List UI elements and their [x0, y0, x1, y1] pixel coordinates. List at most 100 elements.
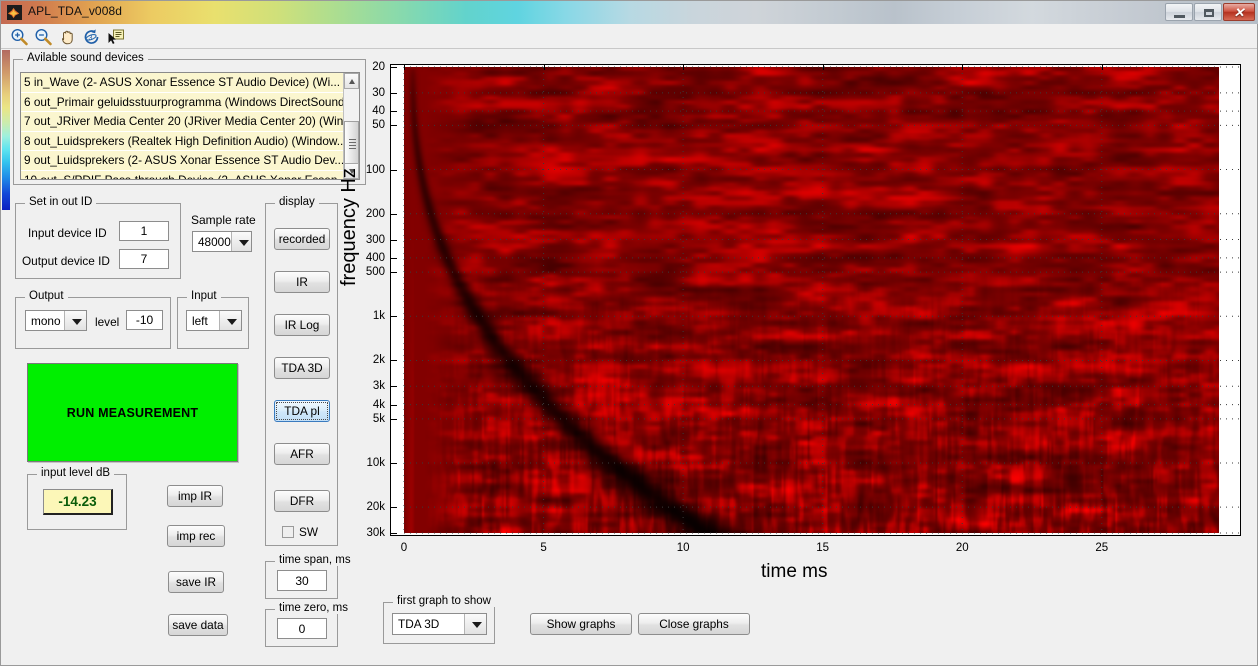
display-button-afr[interactable]: AFR	[274, 443, 330, 465]
output-panel: Output mono level -10	[15, 290, 171, 349]
y-tick-mark	[390, 272, 397, 274]
y-tick-mark	[390, 239, 397, 241]
display-panel: display recorded IR IR Log TDA 3D TDA pl…	[265, 196, 338, 546]
x-tick-mark	[683, 64, 685, 70]
display-button-tda-pl[interactable]: TDA pl	[274, 400, 330, 422]
time-span-title: time span, ms	[275, 554, 355, 566]
rotate-3d-icon[interactable]: 3	[81, 27, 102, 47]
zoom-out-icon[interactable]	[33, 27, 54, 47]
listbox-scrollbar[interactable]	[343, 73, 359, 179]
chevron-up-icon	[349, 79, 355, 84]
y-tick-mark	[390, 92, 397, 94]
pan-icon[interactable]	[57, 27, 78, 47]
imp-rec-button[interactable]: imp rec	[167, 525, 225, 547]
time-span-field[interactable]: 30	[277, 570, 327, 591]
output-mode-dropdown[interactable]: mono	[25, 310, 87, 331]
chevron-down-icon	[230, 232, 251, 251]
x-tick-label: 25	[1095, 542, 1109, 554]
x-tick-label: 15	[816, 542, 830, 554]
chevron-down-icon	[219, 311, 241, 330]
sw-checkbox[interactable]: SW	[282, 525, 318, 539]
display-panel-title: display	[275, 196, 319, 208]
input-panel: Input left	[177, 290, 249, 349]
first-graph-dropdown[interactable]: TDA 3D	[392, 613, 487, 635]
y-tick-mark	[390, 169, 397, 171]
y-tick-label: 500	[365, 266, 385, 279]
sound-devices-listbox[interactable]: 5 in_Wave (2- ASUS Xonar Essence ST Audi…	[20, 72, 360, 180]
list-item[interactable]: 7 out_JRiver Media Center 20 (JRiver Med…	[21, 112, 343, 132]
x-axis-label: time ms	[761, 561, 828, 582]
time-zero-panel: time zero, ms 0	[265, 602, 353, 647]
chevron-down-icon	[464, 614, 486, 634]
time-span-panel: time span, ms 30	[265, 554, 355, 599]
y-tick-mark	[390, 404, 397, 406]
data-cursor-icon[interactable]	[105, 27, 126, 47]
input-level-panel: input level dB -14.23	[27, 467, 127, 530]
y-tick-mark	[390, 67, 397, 68]
set-in-out-id-panel: Set in out ID Input device ID 1 Output d…	[15, 196, 181, 279]
input-level-title: input level dB	[37, 467, 115, 479]
output-panel-title: Output	[25, 290, 68, 302]
application-window: APL_TDA_v008d ✕ 3 Avilable sound devices…	[0, 0, 1258, 666]
y-tick-mark	[390, 418, 397, 420]
minimize-button[interactable]	[1165, 3, 1193, 21]
first-graph-panel: first graph to show TDA 3D	[383, 595, 495, 644]
zoom-in-icon[interactable]	[9, 27, 30, 47]
x-tick-mark	[404, 64, 405, 70]
tda-spectrogram-plot: 20 30 40 50 100 200 300 400 500 1k 2k 3k 4k 5k 10k 20k 3…	[366, 61, 1241, 554]
output-device-id-field[interactable]: 7	[119, 249, 169, 269]
display-button-ir-log[interactable]: IR Log	[274, 314, 330, 336]
chevron-down-icon	[64, 311, 86, 330]
run-measurement-button[interactable]: RUN MEASUREMENT	[27, 363, 238, 462]
first-graph-value: TDA 3D	[398, 617, 440, 631]
x-tick-label: 20	[955, 542, 969, 554]
scroll-up-button[interactable]	[344, 73, 359, 89]
list-item[interactable]: 6 out_Primair geluidsstuurprogramma (Win…	[21, 92, 343, 112]
close-graphs-button[interactable]: Close graphs	[638, 613, 750, 635]
output-level-field[interactable]: -10	[126, 310, 163, 330]
list-item[interactable]: 8 out_Luidsprekers (Realtek High Definit…	[21, 131, 343, 151]
list-item[interactable]: 10 out_S/PDIF Pass-through Device (2- AS…	[21, 170, 343, 179]
sample-rate-label: Sample rate	[191, 213, 256, 227]
time-zero-field[interactable]: 0	[277, 618, 327, 639]
input-channel-dropdown[interactable]: left	[186, 310, 242, 331]
device-list: 5 in_Wave (2- ASUS Xonar Essence ST Audi…	[21, 73, 343, 179]
input-panel-title: Input	[187, 290, 221, 302]
list-item[interactable]: 9 out_Luidsprekers (2- ASUS Xonar Essenc…	[21, 151, 343, 171]
x-tick-mark	[962, 64, 964, 70]
display-button-dfr[interactable]: DFR	[274, 490, 330, 512]
close-button[interactable]: ✕	[1223, 3, 1255, 21]
y-tick-mark	[390, 507, 397, 509]
x-tick-mark	[822, 64, 824, 70]
list-item[interactable]: 5 in_Wave (2- ASUS Xonar Essence ST Audi…	[21, 73, 343, 93]
y-tick-label: 30	[372, 86, 385, 99]
display-button-tda-3d[interactable]: TDA 3D	[274, 357, 330, 379]
save-data-button[interactable]: save data	[168, 614, 228, 636]
y-tick-mark	[390, 533, 397, 534]
sample-rate-dropdown[interactable]: 48000	[192, 231, 252, 252]
x-tick-label: 0	[400, 542, 408, 554]
y-tick-label: 2k	[372, 354, 385, 367]
y-tick-label: 10k	[366, 456, 385, 469]
maximize-button[interactable]	[1194, 3, 1222, 21]
input-channel-value: left	[192, 313, 208, 328]
display-button-ir[interactable]: IR	[274, 271, 330, 293]
window-buttons: ✕	[1165, 3, 1255, 22]
y-tick-label: 4k	[372, 398, 385, 411]
time-zero-title: time zero, ms	[275, 602, 353, 614]
display-button-recorded[interactable]: recorded	[274, 228, 330, 250]
x-tick-mark	[543, 64, 545, 70]
input-level-value: -14.23	[43, 489, 113, 515]
y-tick-label: 30k	[366, 527, 385, 539]
input-device-id-field[interactable]: 1	[119, 221, 169, 241]
show-graphs-button[interactable]: Show graphs	[530, 613, 632, 635]
set-in-out-title: Set in out ID	[25, 196, 97, 208]
colorbar-strip	[2, 50, 10, 210]
maximize-icon	[1204, 9, 1214, 17]
save-ir-button[interactable]: save IR	[168, 571, 224, 593]
y-tick-mark	[390, 111, 397, 113]
title-bar: APL_TDA_v008d ✕	[1, 1, 1258, 24]
imp-ir-button[interactable]: imp IR	[167, 485, 223, 507]
first-graph-title: first graph to show	[393, 595, 495, 607]
minimize-icon	[1174, 15, 1185, 18]
